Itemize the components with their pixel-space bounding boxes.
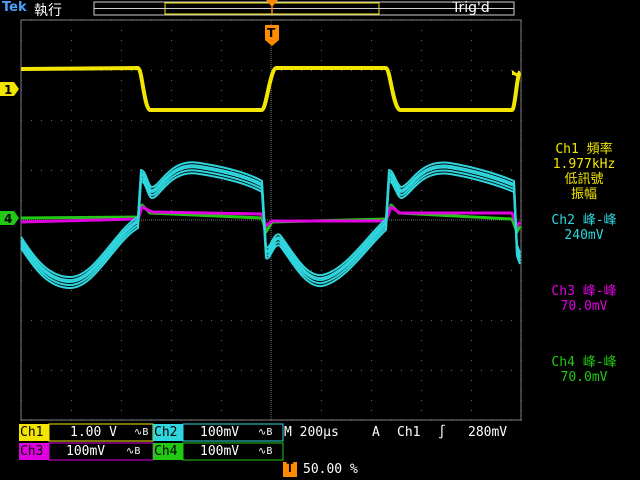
trigger-position-icon: T xyxy=(286,461,294,476)
measurement-ch4-pk2pk[interactable]: Ch4 峰-峰 70.0mV xyxy=(528,355,640,385)
measurement-ch1-frequency[interactable]: Ch1 頻率 1.977kHz 低訊號 振幅 xyxy=(528,142,640,202)
acquisition-state: 執行 xyxy=(34,3,62,19)
measurement-label: Ch3 峰-峰 xyxy=(551,284,617,299)
ch2-scale[interactable]: 100mV xyxy=(200,425,239,441)
trigger-position-marker-label: T xyxy=(267,26,276,40)
ch4-ground-marker[interactable]: 4 xyxy=(0,211,19,226)
measurement-value: 240mV xyxy=(564,228,604,243)
trigger-level[interactable]: 280mV xyxy=(468,425,507,441)
ch2-label[interactable]: Ch2 xyxy=(154,425,177,441)
trigger-mode[interactable]: A xyxy=(372,425,380,441)
ch1-bandwidth-icon: ∿B xyxy=(134,427,149,438)
ch1-marker-label: 1 xyxy=(4,83,12,97)
ch4-scale[interactable]: 100mV xyxy=(200,444,239,460)
measurement-value: 70.0mV xyxy=(560,370,608,385)
trigger-position[interactable]: 50.00 % xyxy=(303,462,358,478)
measurement-value: 1.977kHz xyxy=(552,157,616,172)
measurement-ch2-pk2pk[interactable]: Ch2 峰-峰 240mV xyxy=(528,213,640,243)
measurement-label: Ch1 頻率 xyxy=(555,142,613,157)
trigger-slope-icon: ∫ xyxy=(438,425,446,440)
measurement-warning-2: 振幅 xyxy=(570,187,597,202)
trigger-status: Trig'd xyxy=(452,0,490,16)
measurement-ch3-pk2pk[interactable]: Ch3 峰-峰 70.0mV xyxy=(528,284,640,314)
status-bar: Tek 執行 Trig'd xyxy=(0,0,640,19)
ch2-bandwidth-icon: ∿B xyxy=(258,427,273,438)
ch1-scale[interactable]: 1.00 V xyxy=(70,425,117,441)
measurement-label: Ch2 峰-峰 xyxy=(551,213,617,228)
brand-logo: Tek xyxy=(2,0,27,15)
timebase[interactable]: M 200μs xyxy=(284,425,339,441)
ch4-label[interactable]: Ch4 xyxy=(154,444,177,460)
ch4-marker-label: 4 xyxy=(4,212,12,226)
ch4-bandwidth-icon: ∿B xyxy=(258,446,273,457)
ch3-bandwidth-icon: ∿B xyxy=(126,446,141,457)
ch3-scale[interactable]: 100mV xyxy=(66,444,105,460)
measurement-label: Ch4 峰-峰 xyxy=(551,355,617,370)
measurement-value: 70.0mV xyxy=(560,299,608,314)
ch1-label[interactable]: Ch1 xyxy=(20,425,43,441)
ch1-ground-marker[interactable]: 1 xyxy=(0,82,19,97)
ch3-label[interactable]: Ch3 xyxy=(20,444,43,460)
trigger-source[interactable]: Ch1 xyxy=(397,425,420,441)
measurement-warning: 低訊號 xyxy=(564,172,604,187)
